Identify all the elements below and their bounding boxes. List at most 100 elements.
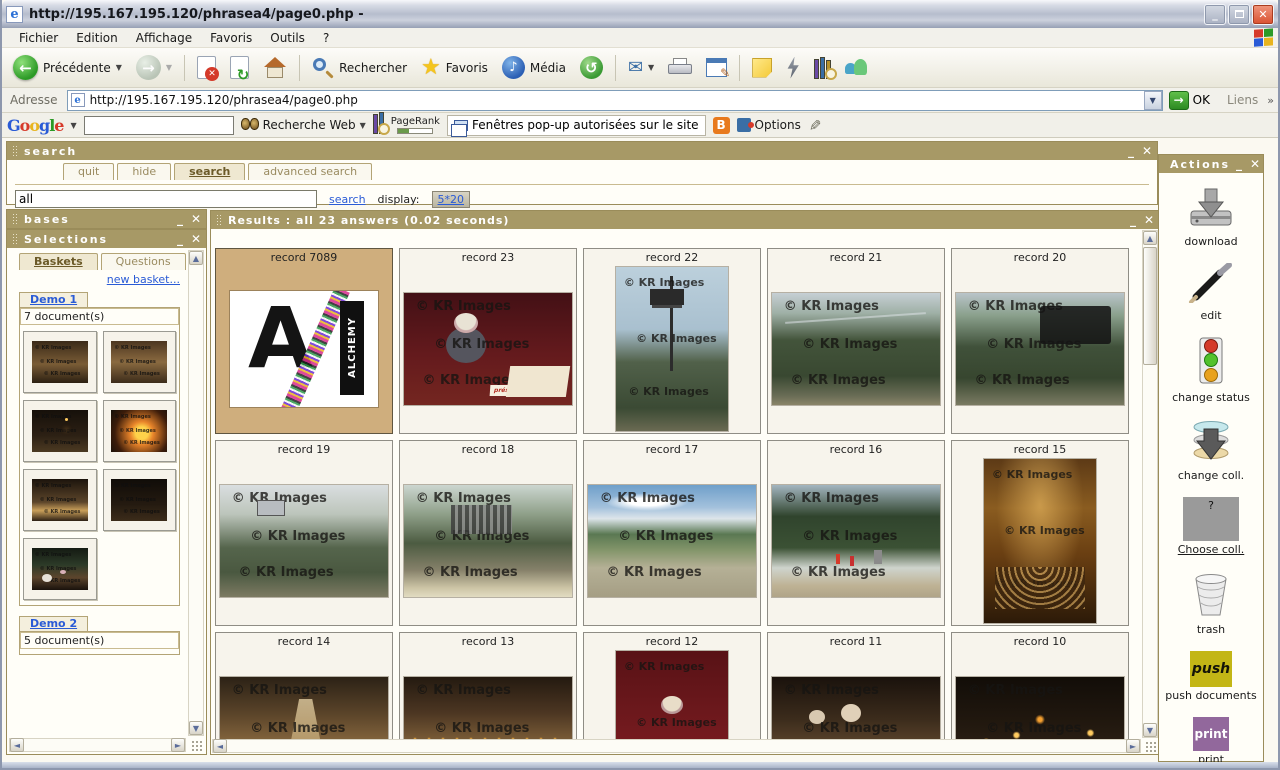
selections-panel-close[interactable]: ✕ (191, 233, 201, 245)
links-label[interactable]: Liens (1223, 93, 1262, 107)
menu-item-fichier[interactable]: Fichier (10, 29, 67, 47)
research-button[interactable] (809, 54, 836, 82)
display-mode-button[interactable]: 5*20 (432, 191, 471, 208)
minimize-button[interactable]: _ (1204, 4, 1226, 25)
web-search-dropdown-icon[interactable]: ▼ (360, 121, 366, 130)
action-label[interactable]: Choose coll. (1178, 543, 1245, 556)
scroll-left-icon[interactable]: ◄ (213, 739, 227, 753)
result-record[interactable]: record 12© KR Images© KR Images© KR Imag… (583, 632, 761, 739)
tab-advanced-search[interactable]: advanced search (248, 163, 372, 180)
scroll-down-icon[interactable]: ▼ (189, 721, 203, 735)
web-search-button[interactable]: Recherche Web ▼ (241, 118, 366, 132)
result-record[interactable]: record 15© KR Images© KR Images© KR Imag… (951, 440, 1129, 626)
home-button[interactable] (258, 54, 292, 82)
google-dropdown-icon[interactable]: ▼ (70, 121, 76, 130)
result-record[interactable]: record 21© KR Images© KR Images© KR Imag… (767, 248, 945, 434)
drag-grip-icon[interactable] (12, 145, 18, 157)
address-dropdown-icon[interactable]: ▼ (1144, 91, 1162, 110)
result-record[interactable]: record 23© KR Images© KR Images© KR Imag… (399, 248, 577, 434)
basket-link[interactable]: Demo 2 (30, 617, 77, 630)
favorites-button[interactable]: ★ Favoris (416, 54, 493, 82)
action-change-coll[interactable]: change coll. (1178, 419, 1244, 482)
result-record[interactable]: record 10© KR Images© KR Images© KR Imag… (951, 632, 1129, 739)
highlighter-icon[interactable]: ✎ (805, 119, 823, 132)
tab-hide[interactable]: hide (117, 163, 171, 180)
scroll-right-icon[interactable]: ► (171, 738, 185, 752)
menu-item-affichage[interactable]: Affichage (127, 29, 201, 47)
forward-button[interactable]: → ▼ (131, 52, 177, 83)
google-search-input[interactable] (84, 116, 234, 135)
edit-page-button[interactable] (701, 55, 732, 80)
print-button[interactable] (663, 55, 697, 81)
menu-item-outils[interactable]: Outils (261, 29, 314, 47)
actions-panel-close[interactable]: ✕ (1250, 158, 1260, 170)
result-record[interactable]: record 13© KR Images© KR Images© KR Imag… (399, 632, 577, 739)
action-trash[interactable]: trash (1190, 571, 1232, 636)
search-button[interactable]: Rechercher (307, 54, 412, 82)
tab-baskets[interactable]: Baskets (19, 253, 98, 270)
scroll-left-icon[interactable]: ◄ (10, 738, 24, 752)
mail-dropdown-icon[interactable]: ▼ (648, 63, 654, 72)
media-button[interactable]: ♪ Média (497, 53, 571, 82)
stop-button[interactable]: ✕ (192, 53, 221, 82)
actions-panel-minimize[interactable]: _ (1236, 158, 1242, 170)
links-chevron-icon[interactable]: » (1267, 94, 1274, 107)
push-icon[interactable]: push (1190, 651, 1232, 687)
results-panel-minimize[interactable]: _ (1130, 214, 1136, 226)
discuss-button[interactable] (747, 55, 777, 81)
bases-panel-close[interactable]: ✕ (191, 213, 201, 225)
basket-thumbnail[interactable]: © KR Images© KR Images© KR Images (23, 331, 97, 393)
selections-panel-minimize[interactable]: _ (177, 233, 183, 245)
basket-thumbnail[interactable]: © KR Images© KR Images© KR Images (23, 400, 97, 462)
result-record[interactable]: record 19© KR Images© KR Images© KR Imag… (215, 440, 393, 626)
result-record[interactable]: record 7089AALCHEMY (215, 248, 393, 434)
back-button[interactable]: ← Précédente ▼ (8, 52, 127, 83)
messenger-button[interactable] (840, 54, 874, 82)
search-panel-titlebar[interactable]: search _ ✕ (7, 142, 1157, 160)
query-input[interactable] (15, 190, 317, 208)
result-record[interactable]: record 16© KR Images© KR Images© KR Imag… (767, 440, 945, 626)
restore-button[interactable] (1228, 4, 1250, 25)
result-record[interactable]: record 11© KR Images© KR Images© KR Imag… (767, 632, 945, 739)
drag-grip-icon[interactable] (216, 214, 222, 226)
menu-item-?[interactable]: ? (314, 29, 338, 47)
scroll-right-icon[interactable]: ► (1126, 739, 1140, 753)
google-logo[interactable]: Google (7, 116, 63, 135)
resize-grip-icon[interactable] (190, 739, 204, 752)
actions-panel-titlebar[interactable]: Actions _ ✕ (1159, 155, 1263, 173)
search-submit-link[interactable]: search (329, 193, 366, 206)
action-download[interactable]: download (1184, 187, 1237, 248)
basket-name-link[interactable]: Demo 1 (19, 292, 88, 307)
tab-questions[interactable]: Questions (101, 253, 186, 270)
basket-thumbnail[interactable]: © KR Images© KR Images© KR Images (103, 331, 177, 393)
pagerank-indicator[interactable]: PageRank (391, 117, 440, 134)
print-icon[interactable]: print (1193, 717, 1229, 751)
mail-button[interactable]: ✉ ▼ (623, 54, 659, 81)
history-button[interactable]: ↺ (575, 53, 608, 82)
basket-thumbnail[interactable]: © KR Images© KR Images© KR Images (103, 469, 177, 531)
results-horizontal-scrollbar[interactable]: ◄ ► (212, 739, 1141, 753)
resize-grip-icon[interactable] (1144, 740, 1158, 753)
blogger-button[interactable]: B (713, 117, 730, 134)
go-button[interactable]: → OK (1167, 90, 1218, 111)
popup-blocker-button[interactable]: Fenêtres pop-up autorisées sur le site (447, 115, 706, 136)
drag-grip-icon[interactable] (12, 213, 18, 225)
refresh-button[interactable]: ↻ (225, 53, 254, 82)
close-button[interactable]: ✕ (1252, 4, 1274, 25)
basket-link[interactable]: Demo 1 (30, 293, 77, 306)
action-print[interactable]: printprint (1193, 717, 1229, 762)
quick-launch-button[interactable] (781, 54, 805, 82)
results-panel-close[interactable]: ✕ (1144, 214, 1154, 226)
results-vertical-scrollbar[interactable]: ▲ ▼ (1142, 230, 1158, 738)
result-record[interactable]: record 22© KR Images© KR Images© KR Imag… (583, 248, 761, 434)
action-push-documents[interactable]: pushpush documents (1165, 651, 1256, 702)
action-edit[interactable]: edit (1188, 263, 1234, 322)
address-input[interactable]: e http://195.167.195.120/phrasea4/page0.… (67, 90, 1163, 111)
result-record[interactable]: record 20© KR Images© KR Images© KR Imag… (951, 248, 1129, 434)
title-bar[interactable]: e http://195.167.195.120/phrasea4/page0.… (2, 0, 1278, 28)
selections-vertical-scrollbar[interactable]: ▲ ▼ (188, 250, 204, 736)
result-record[interactable]: record 18© KR Images© KR Images© KR Imag… (399, 440, 577, 626)
site-info-icon[interactable] (373, 116, 384, 134)
bases-panel-minimize[interactable]: _ (177, 213, 183, 225)
basket-name-link[interactable]: Demo 2 (19, 616, 88, 631)
